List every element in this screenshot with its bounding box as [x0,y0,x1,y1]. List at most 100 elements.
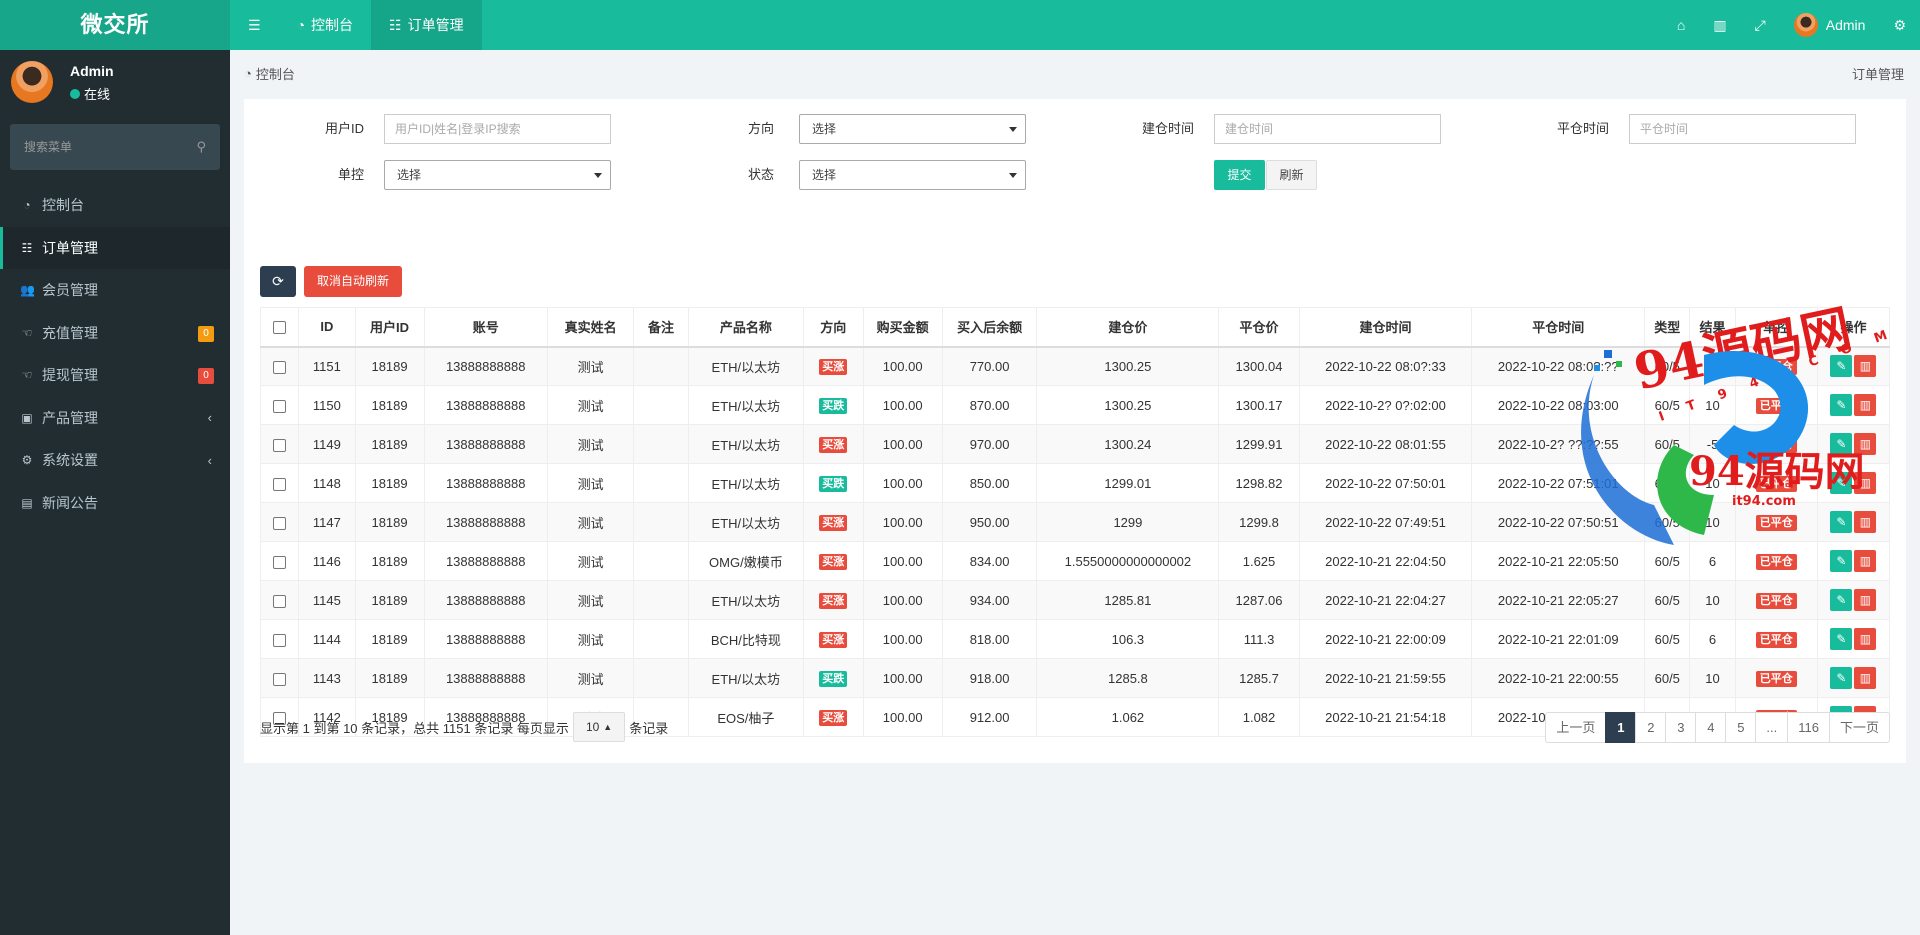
table-row[interactable]: 1151 18189 13888888888 测试 ETH/以太坊 买涨 100.00 770… [259,346,1891,386]
sidebar-item-orders[interactable]: ☷ 订单管理 [0,226,230,269]
control-select[interactable]: 选择 [384,160,611,190]
table-row[interactable]: 1146 18189 13888888888 测试 OMG/嫩模币 买涨 100.00 834… [259,541,1891,581]
sidebar-item-news[interactable]: ▤ 新闻公告 [0,482,230,525]
row-checkbox[interactable] [273,516,287,530]
edit-button[interactable]: ✎ [1830,394,1853,416]
page-ellipsis[interactable]: ... [1755,712,1789,743]
sidebar-item-dashboard[interactable]: ◔ 控制台 [0,184,230,227]
sidebar-toggle-button[interactable]: ☰ [230,0,279,50]
cell-close-time: 2022-10-22 08:0?:?? [1471,346,1646,386]
row-checkbox[interactable] [273,633,287,647]
open-time-input[interactable] [1214,114,1441,144]
refresh-button[interactable]: ⟳ [260,266,296,297]
delete-button[interactable]: ▥ [1854,394,1877,416]
cell-balance: 970.00 [941,424,1038,464]
sidebar-item-products[interactable]: ▣ 产品管理 ‹ [0,397,230,440]
column-header[interactable]: 购买金额 [862,307,943,348]
column-header[interactable]: 建仓时间 [1298,307,1473,348]
tab-dashboard[interactable]: ◔ 控制台 [279,0,371,50]
row-checkbox[interactable] [273,555,287,569]
menu-search-input[interactable] [10,124,220,170]
next-page-button[interactable]: 下一页 [1828,712,1890,743]
delete-button[interactable]: ▥ [1854,355,1877,378]
breadcrumb-home[interactable]: ◔ 控制台 [244,64,295,83]
delete-button[interactable]: ▥ [1854,550,1877,572]
delete-button[interactable]: ▥ [1854,472,1877,494]
edit-button[interactable]: ✎ [1830,355,1853,378]
edit-button[interactable]: ✎ [1830,628,1853,650]
cell-amount: 100.00 [862,463,943,503]
pencil-icon: ✎ [1836,398,1847,412]
reset-button[interactable]: 刷新 [1266,160,1317,190]
delete-button[interactable]: ▥ [1854,433,1877,455]
column-header[interactable]: 买入后余额 [941,307,1038,348]
sidebar-item-withdraw[interactable]: ☜ 提现管理 0 [0,354,230,397]
clear-cache-button[interactable]: ▥ [1699,0,1740,50]
fullscreen-button[interactable]: ⤢ [1741,0,1780,50]
table-row[interactable]: 1147 18189 13888888888 测试 ETH/以太坊 买涨 100.00 950… [259,502,1891,542]
cancel-auto-refresh-button[interactable]: 取消自动刷新 [304,266,402,297]
sidebar-item-recharge[interactable]: ☜ 充值管理 0 [0,312,230,355]
table-row[interactable]: 1143 18189 13888888888 测试 ETH/以太坊 买跌 100.00 918… [259,658,1891,698]
edit-button[interactable]: ✎ [1830,589,1853,611]
column-header[interactable]: 方向 [802,307,864,348]
user-menu[interactable]: Admin [1780,0,1880,50]
column-header[interactable]: ID [298,307,356,348]
direction-select[interactable]: 选择 [799,114,1026,144]
table-row[interactable]: 1145 18189 13888888888 测试 ETH/以太坊 买涨 100.00 934… [259,580,1891,620]
row-checkbox[interactable] [273,594,287,608]
delete-button[interactable]: ▥ [1854,589,1877,611]
select-all-checkbox[interactable] [273,321,287,335]
column-header[interactable]: 真实姓名 [546,307,635,348]
delete-button[interactable]: ▥ [1854,628,1877,650]
sidebar-item-members[interactable]: 👥 会员管理 [0,269,230,312]
table-row[interactable]: 1148 18189 13888888888 测试 ETH/以太坊 买跌 100.00 850… [259,463,1891,503]
page-button[interactable]: 116 [1787,712,1830,743]
column-header[interactable]: 账号 [423,307,548,348]
close-time-input[interactable] [1629,114,1856,144]
app-logo[interactable]: 微交所 [0,0,230,50]
page-button[interactable]: 1 [1605,712,1637,743]
row-checkbox[interactable] [273,399,287,413]
submit-button[interactable]: 提交 [1214,160,1265,190]
page-button[interactable]: 5 [1725,712,1757,743]
prev-page-button[interactable]: 上一页 [1545,712,1607,743]
table-row[interactable]: 1149 18189 13888888888 测试 ETH/以太坊 买涨 100.00 970… [259,424,1891,464]
row-checkbox[interactable] [273,477,287,491]
column-header[interactable]: 平仓时间 [1471,307,1646,348]
table-row[interactable]: 1144 18189 13888888888 测试 BCH/比特现 买涨 100.00 818… [259,619,1891,659]
page-size-dropdown[interactable]: 10 ▲ [572,712,626,742]
cell-open-time: 2022-10-22 07:50:01 [1298,463,1473,503]
settings-button[interactable]: ⚙ [1879,0,1920,50]
status-select[interactable]: 选择 [799,160,1026,190]
column-header[interactable]: 产品名称 [687,307,804,348]
page-button[interactable]: 2 [1635,712,1667,743]
column-header[interactable]: 备注 [633,307,689,348]
edit-button[interactable]: ✎ [1830,667,1853,689]
home-button[interactable]: ⌂ [1663,0,1699,50]
sidebar-item-settings[interactable]: ⚙ 系统设置 ‹ [0,439,230,482]
column-header[interactable]: 平仓价 [1218,307,1300,348]
user-id-search-input[interactable] [384,114,611,144]
column-header[interactable]: 类型 [1644,307,1691,348]
tab-orders[interactable]: ☷ 订单管理 [371,0,482,50]
row-checkbox[interactable] [273,672,287,686]
edit-button[interactable]: ✎ [1830,433,1853,455]
page-button[interactable]: 3 [1665,712,1697,743]
delete-button[interactable]: ▥ [1854,667,1877,689]
delete-button[interactable]: ▥ [1854,511,1877,533]
table-row[interactable]: 1150 18189 13888888888 测试 ETH/以太坊 买跌 100.00 870… [259,385,1891,425]
edit-button[interactable]: ✎ [1830,550,1853,572]
status-badge: 已平仓 [1755,553,1797,570]
search-icon[interactable]: ⚲ [196,139,206,155]
row-checkbox[interactable] [273,438,287,452]
column-header[interactable]: 结果 [1689,307,1736,348]
column-header[interactable]: 建仓价 [1036,307,1220,348]
column-header[interactable]: 用户ID [354,307,425,348]
edit-button[interactable]: ✎ [1830,472,1853,494]
page-button[interactable]: 4 [1695,712,1727,743]
row-checkbox[interactable] [273,360,287,374]
column-header[interactable]: 单控 [1734,307,1818,348]
cell-open-time: 2022-10-21 21:54:18 [1298,697,1473,737]
edit-button[interactable]: ✎ [1830,511,1853,533]
